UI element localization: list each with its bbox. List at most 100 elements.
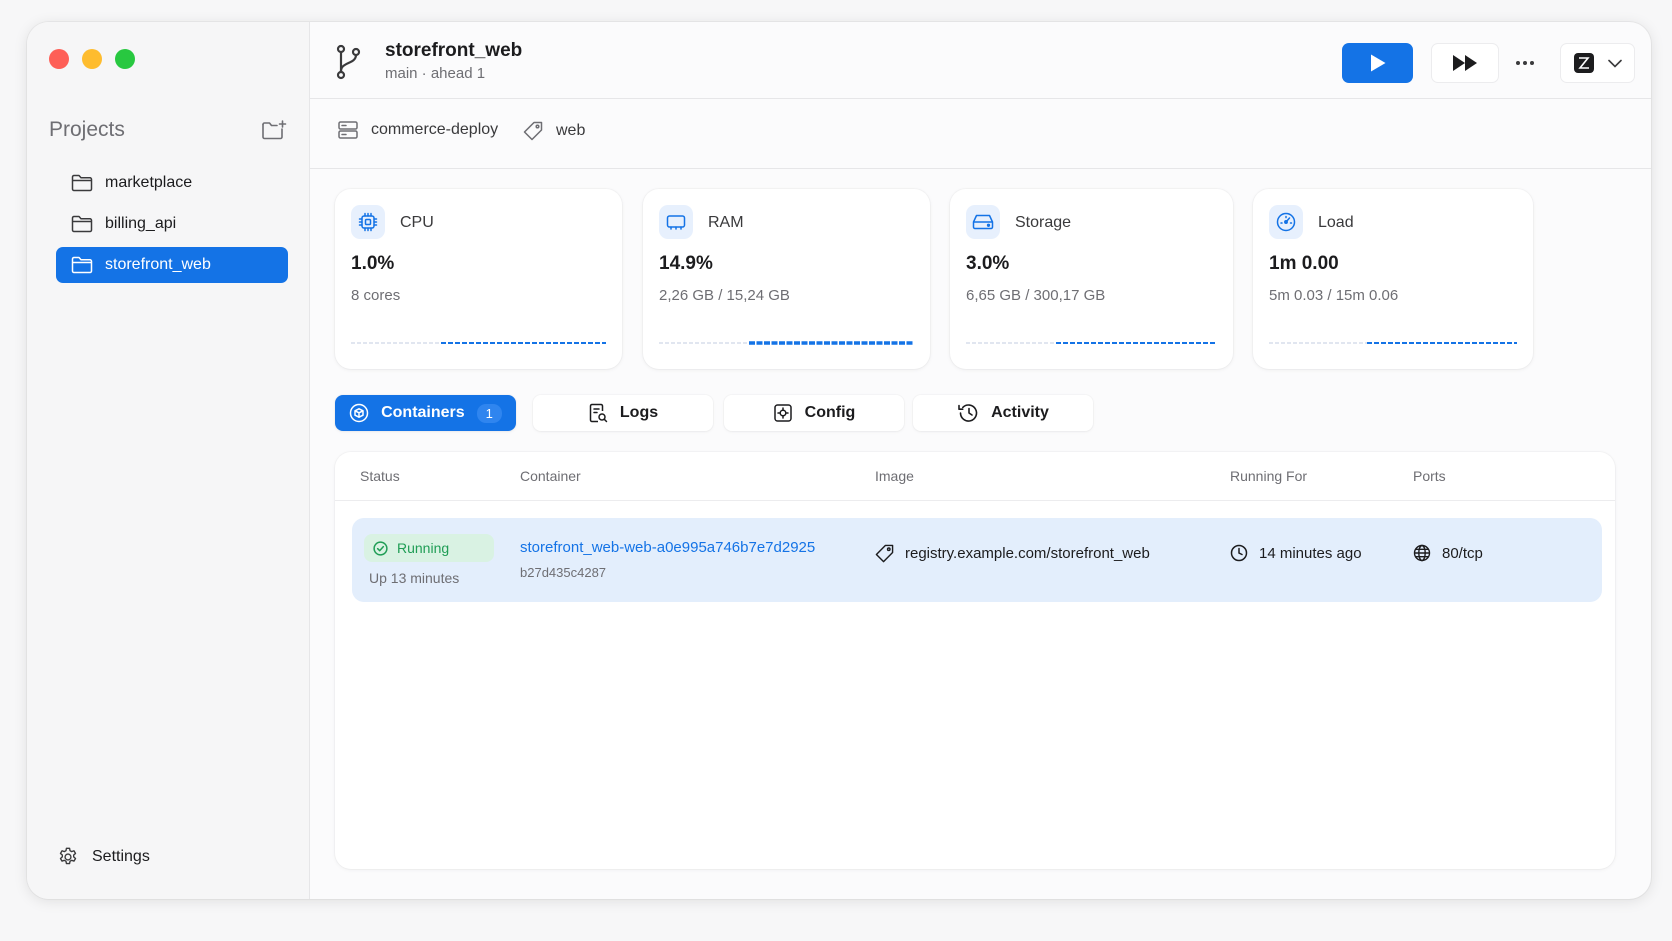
project-item-billing-api[interactable]: billing_api [56, 206, 288, 242]
metric-label: Storage [1015, 214, 1072, 231]
table-row[interactable]: Running Up 13 minutes storefront_web-web… [352, 518, 1602, 602]
sidebar: Projects marketplace billing_api storefr… [27, 22, 310, 899]
cpu-sparkline [351, 342, 606, 344]
metric-value: 1m 0.00 [1269, 253, 1339, 274]
run-button[interactable] [1342, 43, 1413, 83]
tag-icon [523, 121, 543, 141]
metric-label: CPU [400, 214, 434, 231]
repo-title: storefront_web [385, 40, 523, 61]
folder-plus-icon [262, 120, 287, 140]
folder-icon [71, 256, 93, 274]
container-id: b27d435c4287 [520, 565, 607, 580]
status-badge: Running [364, 534, 494, 562]
gauge-icon [1276, 212, 1296, 232]
folder-icon [71, 215, 93, 233]
settings-label: Settings [92, 848, 150, 865]
ports-text: 80/tcp [1442, 544, 1483, 562]
metric-label: Load [1318, 214, 1354, 231]
gear-icon [59, 847, 77, 865]
projects-heading: Projects [49, 118, 125, 141]
metric-detail: 6,65 GB / 300,17 GB [966, 287, 1106, 304]
tab-config[interactable]: Config [724, 395, 904, 431]
fast-forward-icon [1453, 55, 1477, 71]
minimize-window-button[interactable] [82, 49, 102, 69]
tab-containers[interactable]: Containers 1 [335, 395, 516, 431]
metric-label: RAM [708, 214, 744, 231]
metric-detail: 2,26 GB / 15,24 GB [659, 287, 790, 304]
load-card: Load 1m 0.00 5m 0.03 / 15m 0.06 [1253, 189, 1533, 369]
project-label: storefront_web [105, 256, 211, 273]
tab-label: Activity [991, 404, 1049, 421]
service-tag[interactable]: web [523, 121, 585, 141]
run-all-button[interactable] [1431, 43, 1499, 83]
column-header-image[interactable]: Image [875, 468, 914, 484]
tab-logs[interactable]: Logs [533, 395, 713, 431]
running-for-text: 14 minutes ago [1259, 544, 1362, 562]
context-bar: commerce-deploy web [310, 99, 1651, 169]
storage-card: Storage 3.0% 6,65 GB / 300,17 GB [950, 189, 1233, 369]
metric-detail: 8 cores [351, 287, 401, 304]
image-cell: registry.example.com/storefront_web [875, 544, 1150, 563]
history-icon [958, 404, 978, 422]
column-header-container[interactable]: Container [520, 468, 581, 484]
terminal-app-icon [1573, 53, 1594, 73]
folder-icon [71, 174, 93, 192]
column-header-running-for[interactable]: Running For [1230, 468, 1307, 484]
app-window: Projects marketplace billing_api storefr… [27, 22, 1651, 899]
count-badge: 1 [476, 403, 502, 423]
ram-card: RAM 14.9% 2,26 GB / 15,24 GB [643, 189, 930, 369]
tab-label: Logs [619, 404, 659, 421]
play-icon [1370, 54, 1385, 72]
terminal-picker-button[interactable] [1560, 43, 1635, 83]
toolbar: storefront_web main · ahead 1 [310, 22, 1651, 99]
running-for-cell: 14 minutes ago [1230, 544, 1362, 562]
column-header-ports[interactable]: Ports [1413, 468, 1446, 484]
project-item-marketplace[interactable]: marketplace [56, 165, 288, 201]
ports-cell: 80/tcp [1413, 544, 1483, 562]
stack-name: commerce-deploy [371, 121, 499, 138]
column-header-status[interactable]: Status [360, 468, 400, 484]
check-circle-icon [373, 540, 388, 556]
main-content: storefront_web main · ahead 1 commerce-d… [310, 22, 1651, 899]
table-header: Status Container Image Running For Ports [335, 452, 1615, 501]
uptime-text: Up 13 minutes [369, 570, 460, 586]
tab-label: Config [804, 404, 856, 421]
ram-sparkline [659, 341, 914, 345]
metric-detail: 5m 0.03 / 15m 0.06 [1269, 287, 1399, 304]
ellipsis-icon [1516, 61, 1534, 65]
window-controls [49, 49, 135, 69]
globe-icon [1413, 544, 1431, 562]
tab-activity[interactable]: Activity [913, 395, 1093, 431]
storage-sparkline [966, 342, 1217, 344]
containers-table: Status Container Image Running For Ports… [335, 452, 1615, 869]
cube-icon [349, 403, 369, 423]
cpu-card: CPU 1.0% 8 cores [335, 189, 622, 369]
project-label: billing_api [105, 215, 177, 232]
ram-icon-box [659, 205, 693, 239]
load-sparkline [1269, 342, 1517, 344]
tab-label: Containers [381, 404, 465, 421]
metric-value: 1.0% [351, 253, 395, 274]
metric-value: 14.9% [659, 253, 713, 274]
close-window-button[interactable] [49, 49, 69, 69]
stack-tag[interactable]: commerce-deploy [338, 121, 498, 139]
document-search-icon [589, 403, 608, 423]
clock-icon [1230, 544, 1248, 562]
tag-icon [875, 544, 894, 563]
more-options-button[interactable] [1506, 43, 1544, 83]
zoom-window-button[interactable] [115, 49, 135, 69]
container-name-link[interactable]: storefront_web-web-a0e995a746b7e7d2925 [520, 539, 815, 556]
project-item-storefront-web[interactable]: storefront_web [56, 247, 288, 283]
project-label: marketplace [105, 174, 193, 191]
status-text: Running [397, 540, 450, 556]
service-name: web [556, 122, 586, 139]
settings-button[interactable]: Settings [57, 846, 150, 868]
new-project-button[interactable] [261, 118, 287, 142]
project-list: marketplace billing_api storefront_web [56, 165, 288, 288]
metric-value: 3.0% [966, 253, 1010, 274]
git-branch-icon [336, 44, 361, 80]
chevron-down-icon [1607, 59, 1622, 68]
hard-drive-icon [972, 214, 994, 230]
branch-status: main · ahead 1 [385, 65, 486, 82]
config-icon [773, 404, 792, 422]
